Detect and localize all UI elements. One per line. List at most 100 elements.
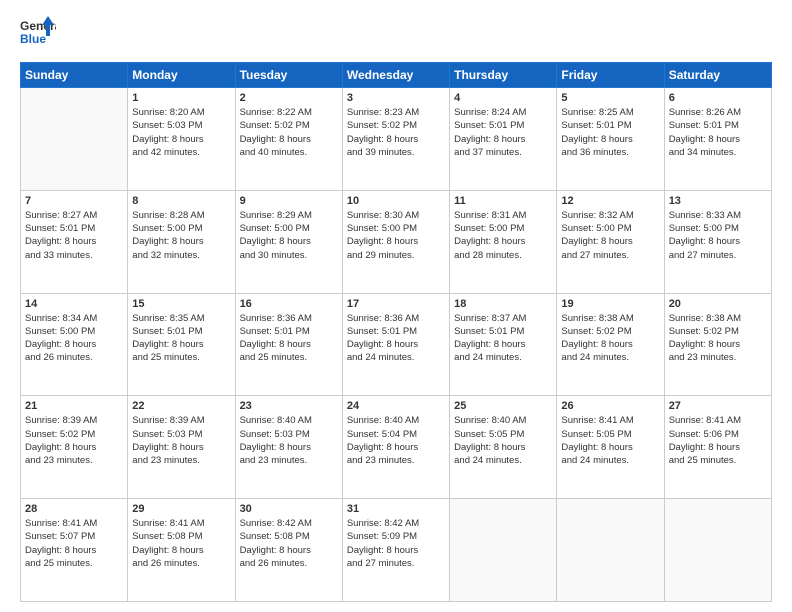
- day-info: Sunrise: 8:35 AMSunset: 5:01 PMDaylight:…: [132, 312, 230, 365]
- day-info: Sunrise: 8:32 AMSunset: 5:00 PMDaylight:…: [561, 209, 659, 262]
- day-number: 7: [25, 195, 123, 207]
- day-number: 8: [132, 195, 230, 207]
- day-info: Sunrise: 8:41 AMSunset: 5:08 PMDaylight:…: [132, 517, 230, 570]
- week-row-4: 21 Sunrise: 8:39 AMSunset: 5:02 PMDayligh…: [21, 396, 772, 499]
- calendar-cell: [21, 88, 128, 191]
- calendar-cell: 22 Sunrise: 8:39 AMSunset: 5:03 PMDayligh…: [128, 396, 235, 499]
- day-info: Sunrise: 8:42 AMSunset: 5:08 PMDaylight:…: [240, 517, 338, 570]
- day-number: 17: [347, 298, 445, 310]
- calendar-cell: 29 Sunrise: 8:41 AMSunset: 5:08 PMDayligh…: [128, 499, 235, 602]
- day-info: Sunrise: 8:42 AMSunset: 5:09 PMDaylight:…: [347, 517, 445, 570]
- calendar-header-sunday: Sunday: [21, 63, 128, 88]
- calendar-cell: [557, 499, 664, 602]
- calendar-cell: 19 Sunrise: 8:38 AMSunset: 5:02 PMDayligh…: [557, 293, 664, 396]
- logo: GeneralBlue: [20, 16, 56, 52]
- calendar-cell: 24 Sunrise: 8:40 AMSunset: 5:04 PMDayligh…: [342, 396, 449, 499]
- calendar-cell: 8 Sunrise: 8:28 AMSunset: 5:00 PMDaylight…: [128, 190, 235, 293]
- calendar-header-tuesday: Tuesday: [235, 63, 342, 88]
- day-info: Sunrise: 8:28 AMSunset: 5:00 PMDaylight:…: [132, 209, 230, 262]
- day-number: 23: [240, 400, 338, 412]
- calendar-cell: 9 Sunrise: 8:29 AMSunset: 5:00 PMDaylight…: [235, 190, 342, 293]
- calendar-cell: 28Sunrise: 8:41 AMSunset: 5:07 PMDayligh…: [21, 499, 128, 602]
- calendar-cell: 20 Sunrise: 8:38 AMSunset: 5:02 PMDayligh…: [664, 293, 771, 396]
- calendar-cell: 23 Sunrise: 8:40 AMSunset: 5:03 PMDayligh…: [235, 396, 342, 499]
- calendar-cell: [450, 499, 557, 602]
- calendar-header-saturday: Saturday: [664, 63, 771, 88]
- day-info: Sunrise: 8:25 AMSunset: 5:01 PMDaylight:…: [561, 106, 659, 159]
- day-number: 14: [25, 298, 123, 310]
- day-info: Sunrise: 8:24 AMSunset: 5:01 PMDaylight:…: [454, 106, 552, 159]
- day-info: Sunrise: 8:22 AMSunset: 5:02 PMDaylight:…: [240, 106, 338, 159]
- svg-text:Blue: Blue: [20, 32, 46, 46]
- calendar-cell: 13 Sunrise: 8:33 AMSunset: 5:00 PMDayligh…: [664, 190, 771, 293]
- calendar-cell: 27 Sunrise: 8:41 AMSunset: 5:06 PMDayligh…: [664, 396, 771, 499]
- calendar-header-thursday: Thursday: [450, 63, 557, 88]
- day-info: Sunrise: 8:33 AMSunset: 5:00 PMDaylight:…: [669, 209, 767, 262]
- day-number: 26: [561, 400, 659, 412]
- day-number: 6: [669, 92, 767, 104]
- day-number: 2: [240, 92, 338, 104]
- day-number: 21: [25, 400, 123, 412]
- calendar-cell: 16 Sunrise: 8:36 AMSunset: 5:01 PMDayligh…: [235, 293, 342, 396]
- calendar-cell: 18Sunrise: 8:37 AMSunset: 5:01 PMDayligh…: [450, 293, 557, 396]
- day-number: 22: [132, 400, 230, 412]
- day-info: Sunrise: 8:37 AMSunset: 5:01 PMDaylight:…: [454, 312, 552, 365]
- day-info: Sunrise: 8:40 AMSunset: 5:04 PMDaylight:…: [347, 414, 445, 467]
- calendar-cell: 10 Sunrise: 8:30 AMSunset: 5:00 PMDayligh…: [342, 190, 449, 293]
- calendar-header-row: SundayMondayTuesdayWednesdayThursdayFrid…: [21, 63, 772, 88]
- day-number: 24: [347, 400, 445, 412]
- day-info: Sunrise: 8:40 AMSunset: 5:05 PMDaylight:…: [454, 414, 552, 467]
- calendar-header-wednesday: Wednesday: [342, 63, 449, 88]
- day-number: 16: [240, 298, 338, 310]
- calendar-cell: 3 Sunrise: 8:23 AMSunset: 5:02 PMDaylight…: [342, 88, 449, 191]
- day-info: Sunrise: 8:41 AMSunset: 5:06 PMDaylight:…: [669, 414, 767, 467]
- day-info: Sunrise: 8:20 AMSunset: 5:03 PMDaylight:…: [132, 106, 230, 159]
- day-number: 15: [132, 298, 230, 310]
- day-number: 10: [347, 195, 445, 207]
- page: GeneralBlue SundayMondayTuesdayWednesday…: [0, 0, 792, 612]
- day-info: Sunrise: 8:38 AMSunset: 5:02 PMDaylight:…: [561, 312, 659, 365]
- calendar-cell: 14 Sunrise: 8:34 AMSunset: 5:00 PMDayligh…: [21, 293, 128, 396]
- calendar-cell: 26Sunrise: 8:41 AMSunset: 5:05 PMDayligh…: [557, 396, 664, 499]
- calendar-cell: 1 Sunrise: 8:20 AMSunset: 5:03 PMDaylight…: [128, 88, 235, 191]
- day-number: 29: [132, 503, 230, 515]
- calendar-cell: 11Sunrise: 8:31 AMSunset: 5:00 PMDayligh…: [450, 190, 557, 293]
- calendar-cell: 31Sunrise: 8:42 AMSunset: 5:09 PMDayligh…: [342, 499, 449, 602]
- calendar-cell: 5Sunrise: 8:25 AMSunset: 5:01 PMDaylight…: [557, 88, 664, 191]
- calendar-header-friday: Friday: [557, 63, 664, 88]
- logo-icon: GeneralBlue: [20, 16, 56, 52]
- day-number: 13: [669, 195, 767, 207]
- day-number: 25: [454, 400, 552, 412]
- day-number: 20: [669, 298, 767, 310]
- day-number: 27: [669, 400, 767, 412]
- day-number: 4: [454, 92, 552, 104]
- day-number: 19: [561, 298, 659, 310]
- calendar-cell: 6 Sunrise: 8:26 AMSunset: 5:01 PMDaylight…: [664, 88, 771, 191]
- day-info: Sunrise: 8:38 AMSunset: 5:02 PMDaylight:…: [669, 312, 767, 365]
- calendar-cell: 7 Sunrise: 8:27 AMSunset: 5:01 PMDaylight…: [21, 190, 128, 293]
- day-info: Sunrise: 8:36 AMSunset: 5:01 PMDaylight:…: [240, 312, 338, 365]
- day-info: Sunrise: 8:27 AMSunset: 5:01 PMDaylight:…: [25, 209, 123, 262]
- calendar-cell: 15 Sunrise: 8:35 AMSunset: 5:01 PMDayligh…: [128, 293, 235, 396]
- calendar-cell: 12 Sunrise: 8:32 AMSunset: 5:00 PMDayligh…: [557, 190, 664, 293]
- day-number: 1: [132, 92, 230, 104]
- calendar-table: SundayMondayTuesdayWednesdayThursdayFrid…: [20, 62, 772, 602]
- day-info: Sunrise: 8:23 AMSunset: 5:02 PMDaylight:…: [347, 106, 445, 159]
- day-info: Sunrise: 8:30 AMSunset: 5:00 PMDaylight:…: [347, 209, 445, 262]
- day-info: Sunrise: 8:39 AMSunset: 5:03 PMDaylight:…: [132, 414, 230, 467]
- day-number: 9: [240, 195, 338, 207]
- day-info: Sunrise: 8:40 AMSunset: 5:03 PMDaylight:…: [240, 414, 338, 467]
- day-info: Sunrise: 8:31 AMSunset: 5:00 PMDaylight:…: [454, 209, 552, 262]
- day-info: Sunrise: 8:39 AMSunset: 5:02 PMDaylight:…: [25, 414, 123, 467]
- calendar-cell: 4 Sunrise: 8:24 AMSunset: 5:01 PMDaylight…: [450, 88, 557, 191]
- day-info: Sunrise: 8:29 AMSunset: 5:00 PMDaylight:…: [240, 209, 338, 262]
- day-number: 12: [561, 195, 659, 207]
- calendar-cell: 2 Sunrise: 8:22 AMSunset: 5:02 PMDaylight…: [235, 88, 342, 191]
- day-info: Sunrise: 8:41 AMSunset: 5:07 PMDaylight:…: [25, 517, 123, 570]
- day-info: Sunrise: 8:34 AMSunset: 5:00 PMDaylight:…: [25, 312, 123, 365]
- day-number: 3: [347, 92, 445, 104]
- day-info: Sunrise: 8:36 AMSunset: 5:01 PMDaylight:…: [347, 312, 445, 365]
- calendar-cell: 30Sunrise: 8:42 AMSunset: 5:08 PMDayligh…: [235, 499, 342, 602]
- day-info: Sunrise: 8:26 AMSunset: 5:01 PMDaylight:…: [669, 106, 767, 159]
- calendar-cell: 17 Sunrise: 8:36 AMSunset: 5:01 PMDayligh…: [342, 293, 449, 396]
